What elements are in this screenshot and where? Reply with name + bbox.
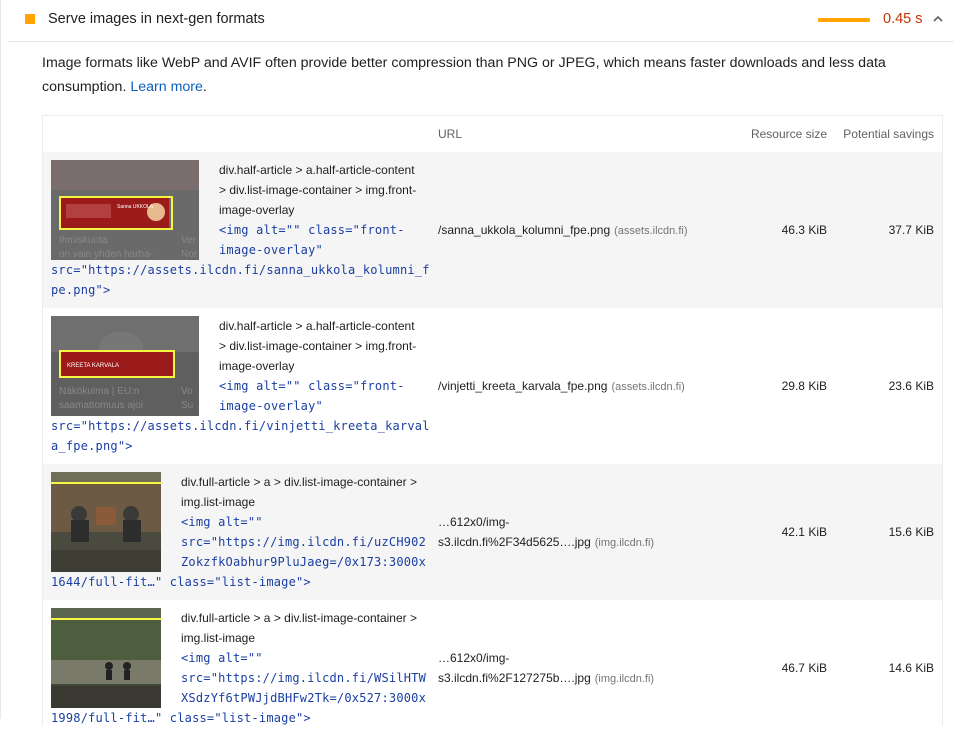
- thumbnail-image: [51, 608, 161, 708]
- node-selector-line: div.half-article > a.half-article-conten…: [219, 319, 415, 333]
- node-snippet: XSdzYf6tPWJjdBHFw2Tk=/0x527:3000x: [181, 691, 427, 705]
- description-period: .: [202, 79, 207, 95]
- url-path: /sanna_ukkola_kolumni_fpe.png: [438, 223, 611, 237]
- thumbnail-image: [51, 472, 161, 572]
- node-snippet: <img alt="": [181, 651, 263, 665]
- chevron-up-icon[interactable]: [931, 12, 945, 26]
- learn-more-link[interactable]: Learn more: [130, 79, 203, 95]
- node-selector-line: div.full-article > a > div.list-image-co…: [181, 611, 417, 625]
- thumb-banner-text: Sanna UKKOLA: [117, 204, 154, 210]
- node-snippet: 1644/full-fit…" class="list-image">: [51, 575, 311, 589]
- thumbnail-image: KREETA KARVALA Näkökulma | EU:n saamatto…: [51, 316, 199, 416]
- node-snippet: src="https://img.ilcdn.fi/uzCH902: [181, 535, 427, 549]
- audit-title: Serve images in next-gen formats: [48, 11, 265, 27]
- resource-size: 42.1 KiB: [781, 525, 827, 539]
- resource-size: 46.3 KiB: [781, 223, 827, 237]
- node-snippet: src="https://img.ilcdn.fi/WSilHTW: [181, 671, 427, 685]
- url-path: /vinjetti_kreeta_karvala_fpe.png: [438, 379, 608, 393]
- node-snippet: image-overlay": [219, 243, 323, 257]
- savings-value: 0.45 s: [883, 11, 923, 27]
- node-selector: div.full-article > a > div.list-image-co…: [181, 608, 431, 648]
- table-row: div.full-article > a > div.list-image-co…: [43, 464, 942, 600]
- table-row: KREETA KARVALA Näkökulma | EU:n saamatto…: [43, 308, 942, 464]
- potential-savings: 23.6 KiB: [888, 379, 934, 393]
- thumb-caption: Vo: [181, 386, 193, 397]
- url-path: s3.ilcdn.fi%2F127275b….jpg: [438, 671, 591, 685]
- url-origin: (assets.ilcdn.fi): [611, 381, 685, 393]
- node-selector-line: div.full-article > a > div.list-image-co…: [181, 475, 417, 489]
- node-snippet: <img alt="" class="front-: [219, 223, 405, 237]
- resource-url[interactable]: …612x0/img- s3.ilcdn.fi%2F127275b….jpg (i…: [438, 648, 654, 689]
- resource-url[interactable]: /sanna_ukkola_kolumni_fpe.png (assets.ilc…: [438, 220, 687, 241]
- node-snippet: image-overlay": [219, 399, 323, 413]
- url-path: …612x0/img-: [438, 515, 510, 529]
- url-origin: (assets.ilcdn.fi): [614, 225, 688, 237]
- url-path: …612x0/img-: [438, 651, 510, 665]
- node-snippet: 1998/full-fit…" class="list-image">: [51, 711, 311, 725]
- url-path: s3.ilcdn.fi%2F34d5625….jpg: [438, 535, 591, 549]
- thumb-caption: Näkökulma | EU:n: [59, 386, 139, 397]
- potential-savings: 14.6 KiB: [888, 661, 934, 675]
- resource-url[interactable]: /vinjetti_kreeta_karvala_fpe.png (assets.…: [438, 376, 685, 397]
- node-selector-line: img.list-image: [181, 495, 256, 509]
- node-selector: div.half-article > a.half-article-conten…: [219, 316, 429, 376]
- table-row: div.full-article > a > div.list-image-co…: [43, 600, 942, 736]
- node-selector-line: > div.list-image-container > img.front-: [219, 339, 417, 353]
- column-header-resource-size: Resource size: [750, 127, 827, 141]
- node-selector-line: img.list-image: [181, 631, 256, 645]
- thumb-caption: Ver: [181, 235, 197, 246]
- node-snippet: <img alt="": [181, 515, 263, 529]
- node-selector-line: image-overlay: [219, 203, 295, 217]
- url-origin: (img.ilcdn.fi): [594, 537, 655, 549]
- node-snippet: pe.png">: [51, 283, 111, 297]
- thumb-caption: Su: [181, 400, 193, 411]
- url-origin: (img.ilcdn.fi): [594, 673, 655, 685]
- node-snippet: src="https://assets.ilcdn.fi/sanna_ukkol…: [51, 263, 430, 277]
- potential-savings: 37.7 KiB: [888, 223, 934, 237]
- node-snippet: <img alt="" class="front-: [219, 379, 405, 393]
- orange-square-icon: [25, 14, 35, 24]
- resource-url[interactable]: …612x0/img- s3.ilcdn.fi%2F34d5625….jpg (i…: [438, 512, 654, 553]
- node-snippet: a_fpe.png">: [51, 439, 133, 453]
- details-table: URL Resource size Potential savings Sann…: [42, 115, 943, 726]
- thumb-caption: on vain yhden harha-: [59, 249, 153, 260]
- audit-header[interactable]: Serve images in next-gen formats 0.45 s: [8, 0, 954, 42]
- node-snippet: ZokzfkOabhur9PluJaeg=/0x173:3000x: [181, 555, 427, 569]
- savings-bar: [818, 18, 870, 22]
- page-edge: [0, 0, 1, 719]
- thumb-caption: Ihmiskunta: [59, 235, 108, 246]
- node-selector-line: > div.list-image-container > img.front-: [219, 183, 417, 197]
- column-header-url: URL: [438, 127, 463, 141]
- node-selector: div.full-article > a > div.list-image-co…: [181, 472, 431, 512]
- thumbnail-image: Sanna UKKOLA Ihmiskunta on vain yhden ha…: [51, 160, 199, 260]
- resource-size: 46.7 KiB: [781, 661, 827, 675]
- resource-size: 29.8 KiB: [781, 379, 827, 393]
- potential-savings: 15.6 KiB: [888, 525, 934, 539]
- node-selector-line: image-overlay: [219, 359, 295, 373]
- table-header: URL Resource size Potential savings: [43, 116, 942, 152]
- node-snippet: src="https://assets.ilcdn.fi/vinjetti_kr…: [51, 419, 430, 433]
- column-header-potential-savings: Potential savings: [843, 127, 934, 141]
- thumb-banner-text: KREETA KARVALA: [67, 363, 119, 369]
- table-row: Sanna UKKOLA Ihmiskunta on vain yhden ha…: [43, 152, 942, 308]
- thumb-caption: Nor: [181, 249, 198, 260]
- audit-description: Image formats like WebP and AVIF often p…: [42, 51, 922, 99]
- node-selector: div.half-article > a.half-article-conten…: [219, 160, 429, 220]
- thumb-caption: saamattomuus ajoi: [59, 400, 143, 411]
- node-selector-line: div.half-article > a.half-article-conten…: [219, 163, 415, 177]
